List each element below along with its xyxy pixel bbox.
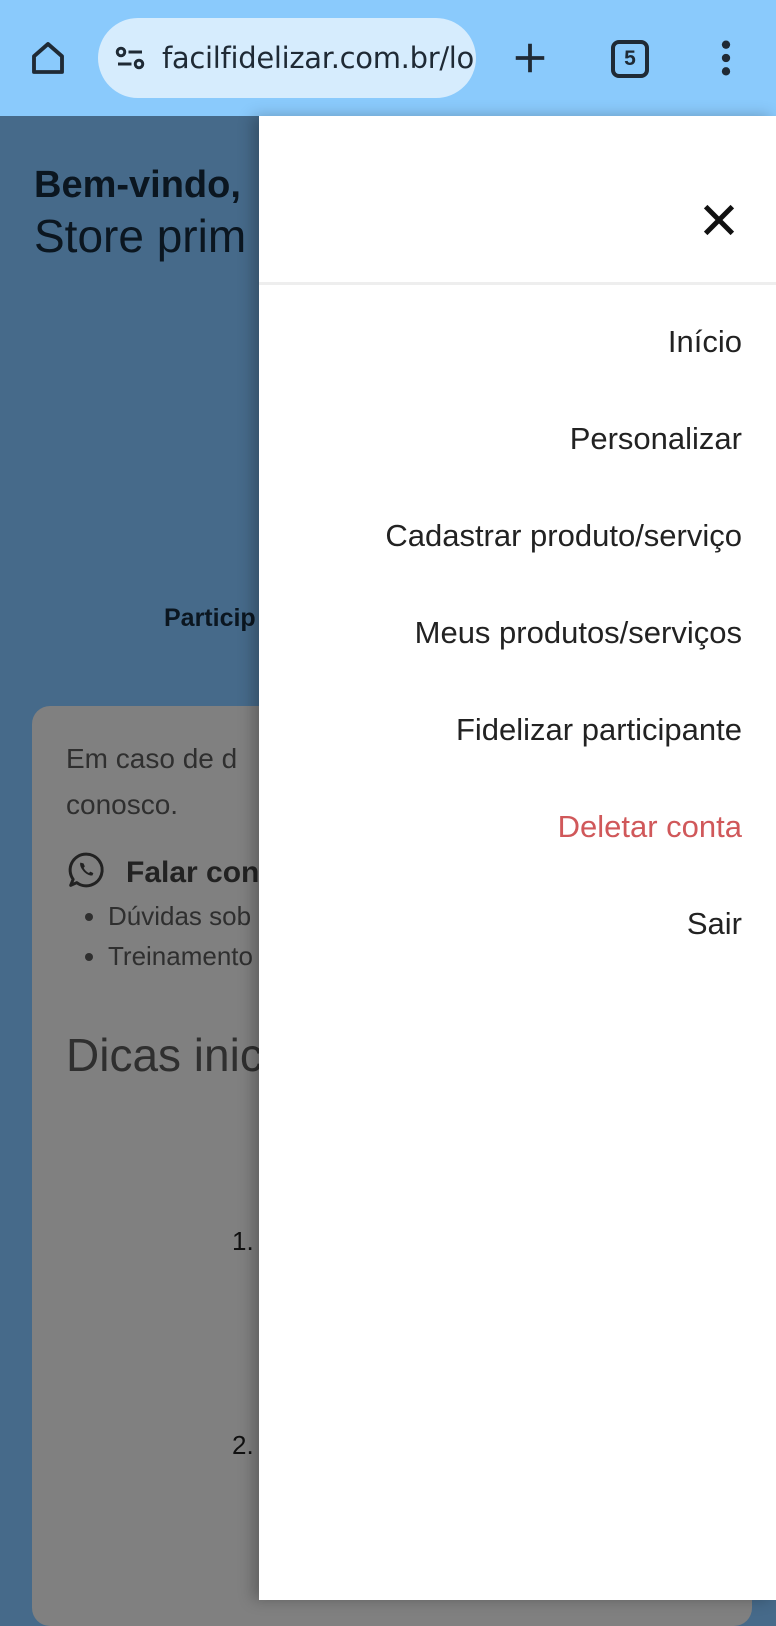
menu-item-personalizar[interactable]: Personalizar xyxy=(385,419,742,516)
whatsapp-label: Falar con xyxy=(126,855,260,889)
site-settings-icon[interactable] xyxy=(112,40,148,76)
close-icon[interactable] xyxy=(699,200,739,240)
home-icon[interactable] xyxy=(24,34,72,82)
browser-toolbar: facilfidelizar.com.br/loj 5 xyxy=(0,0,776,116)
step-number: 2. xyxy=(232,1430,254,1460)
participants-label: Particip xyxy=(164,604,256,632)
new-tab-icon[interactable] xyxy=(506,34,554,82)
drawer-menu: Início Personalizar Cadastrar produto/se… xyxy=(385,322,742,1001)
store-name: Store prim xyxy=(34,210,247,262)
bullet-item: Treinamento xyxy=(108,936,253,976)
whatsapp-link[interactable]: Falar con xyxy=(66,850,259,895)
menu-item-fidelizar-participante[interactable]: Fidelizar participante xyxy=(385,710,742,807)
welcome-block: Bem-vindo, Store prim xyxy=(34,164,246,263)
tab-switcher-icon[interactable]: 5 xyxy=(608,38,652,80)
address-bar[interactable]: facilfidelizar.com.br/loj xyxy=(98,18,476,98)
url-text[interactable]: facilfidelizar.com.br/loj xyxy=(162,18,476,98)
side-drawer: Início Personalizar Cadastrar produto/se… xyxy=(259,116,776,1600)
step-number: 1. xyxy=(232,1226,254,1256)
menu-item-inicio[interactable]: Início xyxy=(385,322,742,419)
menu-item-sair[interactable]: Sair xyxy=(385,904,742,1001)
help-bullets: Dúvidas sob Treinamento xyxy=(72,896,253,976)
more-menu-icon[interactable] xyxy=(706,34,746,82)
drawer-header xyxy=(259,116,776,285)
tab-count: 5 xyxy=(624,47,636,70)
tips-title: Dicas inic xyxy=(66,1029,263,1081)
menu-item-cadastrar-produto[interactable]: Cadastrar produto/serviço xyxy=(385,516,742,613)
menu-item-deletar-conta[interactable]: Deletar conta xyxy=(385,807,742,904)
welcome-text: Bem-vindo, xyxy=(34,164,241,206)
menu-item-meus-produtos[interactable]: Meus produtos/serviços xyxy=(385,613,742,710)
bullet-item: Dúvidas sob xyxy=(108,896,253,936)
help-text: Em caso de d conosco. xyxy=(66,743,238,820)
whatsapp-icon xyxy=(66,850,106,895)
